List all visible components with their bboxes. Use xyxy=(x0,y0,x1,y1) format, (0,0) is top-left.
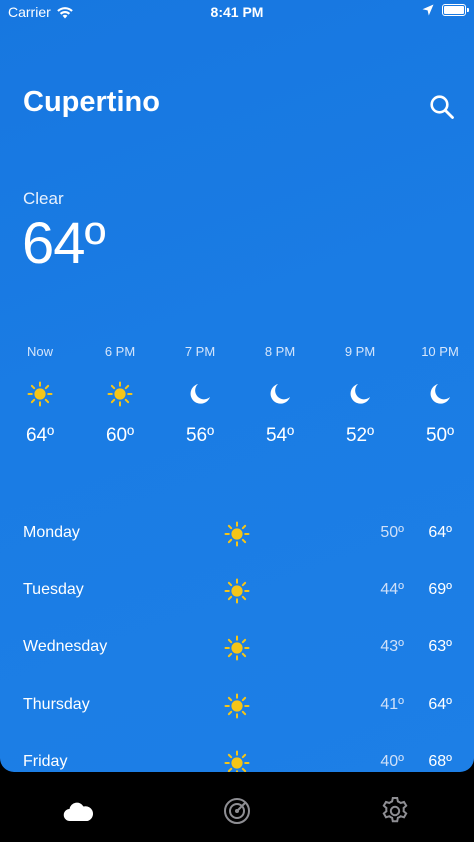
sun-icon xyxy=(224,635,250,661)
hourly-item: Now 64º xyxy=(5,344,75,447)
day-low-temp: 50º xyxy=(380,524,404,541)
day-name: Wednesday xyxy=(23,638,108,656)
status-bar: Carrier 8:41 PM xyxy=(0,0,474,26)
hour-icon-wrap xyxy=(347,381,373,407)
day-high-temp: 63º xyxy=(428,638,452,656)
gear-icon[interactable] xyxy=(378,794,412,828)
day-icon-wrap xyxy=(224,521,250,547)
hour-icon-wrap xyxy=(427,381,453,407)
current-temperature: 64º xyxy=(22,211,106,276)
day-high-temp: 69º xyxy=(428,581,452,599)
hour-temp: 52º xyxy=(345,425,375,446)
status-right xyxy=(422,4,469,16)
hour-temp: 50º xyxy=(425,425,455,446)
search-icon[interactable] xyxy=(428,93,456,121)
hourly-item: 6 PM 60º xyxy=(85,344,155,447)
day-icon-wrap xyxy=(224,635,250,661)
status-time: 8:41 PM xyxy=(210,4,264,20)
day-icon-wrap xyxy=(224,693,250,719)
day-low-temp: 44º xyxy=(380,581,404,599)
day-name: Tuesday xyxy=(23,581,84,599)
hourly-item: 8 PM 54º xyxy=(245,344,315,447)
day-high-temp: 64º xyxy=(428,524,452,541)
sun-icon xyxy=(224,578,250,604)
hourly-item: 7 PM 56º xyxy=(165,344,235,447)
hour-label: 10 PM xyxy=(421,344,459,359)
day-icon-wrap xyxy=(224,578,250,604)
daily-row: Thursday 41º 64º xyxy=(0,685,474,725)
day-low-temp: 43º xyxy=(380,638,404,656)
hour-icon-wrap xyxy=(107,381,133,407)
hour-label: 6 PM xyxy=(104,344,136,359)
hour-icon-wrap xyxy=(267,381,293,407)
tab-bar xyxy=(0,772,474,842)
daily-row: Monday 50º 64º xyxy=(0,513,474,553)
hour-label: 9 PM xyxy=(344,344,376,359)
radar-icon[interactable] xyxy=(220,794,254,828)
hour-temp: 64º xyxy=(25,425,55,446)
day-low-temp: 41º xyxy=(380,695,404,713)
sun-icon xyxy=(224,693,250,719)
location-arrow-icon xyxy=(422,4,434,16)
moon-icon xyxy=(350,384,370,404)
cloud-icon[interactable] xyxy=(61,794,95,828)
day-name: Thursday xyxy=(23,695,90,713)
daily-row: Wednesday 43º 63º xyxy=(0,627,474,667)
city-title: Cupertino xyxy=(23,86,160,118)
daily-row: Friday 40º 68º xyxy=(0,742,474,772)
current-condition: Clear xyxy=(23,189,64,208)
day-name: Friday xyxy=(23,752,68,770)
hourly-item: 9 PM 52º xyxy=(325,344,395,447)
battery-icon xyxy=(442,4,469,16)
hourly-item: 10 PM 50º xyxy=(405,344,474,447)
hour-temp: 60º xyxy=(105,425,135,446)
hourly-forecast: Now 64º 6 PM 60º 7 PM 56º 8 PM 54º 9 PM 52º 10 PM 5… xyxy=(0,344,474,454)
hour-label: 7 PM xyxy=(184,344,216,359)
hour-icon-wrap xyxy=(187,381,213,407)
day-icon-wrap xyxy=(224,750,250,772)
hour-label: Now xyxy=(26,344,53,359)
moon-icon xyxy=(190,384,210,404)
day-low-temp: 40º xyxy=(380,752,404,770)
sun-icon xyxy=(27,381,53,407)
hour-label: 8 PM xyxy=(264,344,296,359)
hour-temp: 54º xyxy=(265,425,295,446)
weather-screen: Carrier 8:41 PM Cupertino Clear 64º Now 6… xyxy=(0,0,474,772)
daily-row: Tuesday 44º 69º xyxy=(0,570,474,610)
hour-icon-wrap xyxy=(27,381,53,407)
sun-icon xyxy=(224,521,250,547)
day-high-temp: 64º xyxy=(428,695,452,713)
moon-icon xyxy=(270,384,290,404)
day-name: Monday xyxy=(23,524,80,541)
sun-icon xyxy=(107,381,133,407)
day-high-temp: 68º xyxy=(428,752,452,770)
sun-icon xyxy=(224,750,250,772)
hour-temp: 56º xyxy=(185,425,215,446)
moon-icon xyxy=(430,384,450,404)
